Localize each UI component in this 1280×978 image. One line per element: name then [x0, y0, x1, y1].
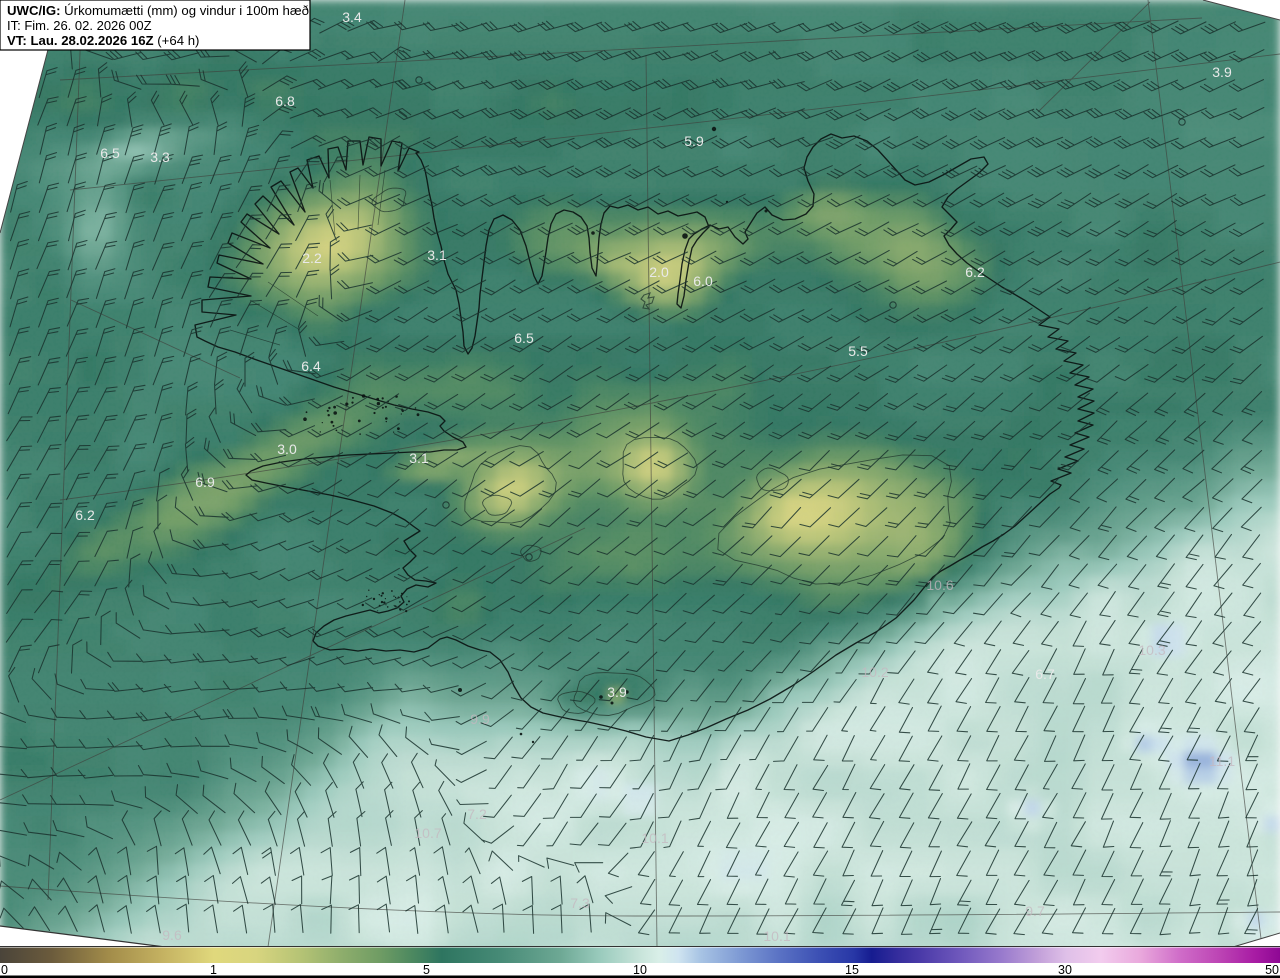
svg-text:6.7: 6.7 — [1035, 666, 1055, 682]
svg-text:10.3: 10.3 — [1138, 642, 1165, 658]
svg-text:6.2: 6.2 — [965, 264, 985, 280]
svg-text:10.1: 10.1 — [641, 830, 668, 846]
svg-text:IT: Fim. 26. 02. 2026 00Z: IT: Fim. 26. 02. 2026 00Z — [7, 18, 152, 33]
svg-text:7.2: 7.2 — [467, 806, 487, 822]
svg-text:6.9: 6.9 — [195, 474, 215, 490]
svg-text:3.4: 3.4 — [342, 9, 362, 25]
svg-text:10: 10 — [633, 963, 647, 977]
svg-text:5.5: 5.5 — [848, 343, 868, 359]
svg-text:6.5: 6.5 — [514, 330, 534, 346]
svg-text:11.1: 11.1 — [1209, 753, 1235, 769]
svg-text:10.2: 10.2 — [861, 664, 888, 680]
svg-text:6.4: 6.4 — [301, 358, 321, 374]
svg-text:5.9: 5.9 — [684, 133, 704, 149]
svg-text:3.0: 3.0 — [277, 441, 297, 457]
svg-text:10.6: 10.6 — [926, 577, 953, 593]
svg-text:6.0: 6.0 — [693, 273, 713, 289]
svg-text:3.1: 3.1 — [409, 450, 429, 466]
svg-text:6.2: 6.2 — [75, 507, 95, 523]
svg-text:1: 1 — [210, 963, 217, 977]
svg-text:3.9: 3.9 — [607, 684, 627, 700]
svg-text:3.3: 3.3 — [150, 149, 170, 165]
svg-text:7.3: 7.3 — [570, 895, 590, 911]
svg-text:9.9: 9.9 — [470, 711, 490, 727]
svg-text:6.5: 6.5 — [100, 145, 120, 161]
svg-text:9.7: 9.7 — [1025, 903, 1045, 919]
svg-text:2.2: 2.2 — [302, 250, 322, 266]
svg-text:5: 5 — [423, 963, 430, 977]
svg-text:10.1: 10.1 — [763, 928, 790, 944]
svg-text:3.9: 3.9 — [1212, 64, 1232, 80]
svg-text:VT: Lau. 28.02.2026 16Z (+64 h: VT: Lau. 28.02.2026 16Z (+64 h) — [7, 33, 199, 48]
svg-text:15: 15 — [845, 963, 859, 977]
svg-text:2.0: 2.0 — [649, 264, 669, 280]
svg-text:0: 0 — [1, 963, 8, 977]
svg-text:50: 50 — [1265, 963, 1279, 977]
svg-text:6.8: 6.8 — [275, 93, 295, 109]
svg-text:3.1: 3.1 — [427, 247, 447, 263]
svg-text:UWC/IG: Úrkomumætti (mm) og vi: UWC/IG: Úrkomumætti (mm) og vindur i 100… — [7, 3, 309, 18]
svg-text:10.7: 10.7 — [414, 825, 441, 841]
svg-text:30: 30 — [1058, 963, 1072, 977]
svg-text:9.6: 9.6 — [162, 927, 182, 943]
